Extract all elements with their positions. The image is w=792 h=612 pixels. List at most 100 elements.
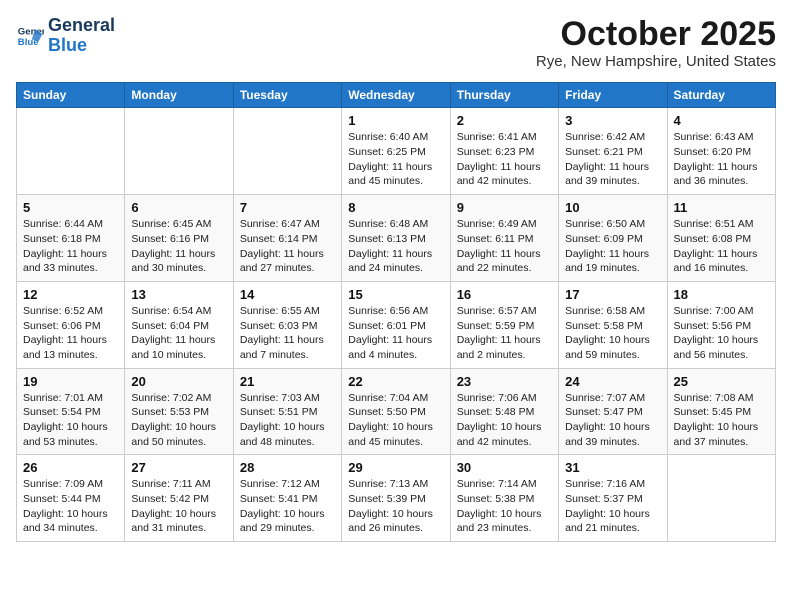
day-number: 15 — [348, 287, 443, 302]
logo: General Blue General Blue — [16, 16, 115, 56]
weekday-header-tuesday: Tuesday — [233, 83, 341, 108]
day-info: Sunrise: 7:14 AM Sunset: 5:38 PM Dayligh… — [457, 477, 552, 536]
calendar-day-cell — [17, 108, 125, 195]
calendar-day-cell: 6Sunrise: 6:45 AM Sunset: 6:16 PM Daylig… — [125, 195, 233, 282]
calendar-day-cell — [667, 455, 775, 542]
calendar-week-row: 26 Sunrise: 7:09 AM Sunset: 5:44 PM Dayli… — [17, 455, 776, 542]
calendar-table: SundayMondayTuesdayWednesdayThursdayFrid… — [16, 82, 776, 542]
day-info: Sunrise: 6:49 AM Sunset: 6:11 PM Dayligh… — [457, 217, 552, 276]
day-info: Sunrise: 7:12 AM Sunset: 5:41 PM Dayligh… — [240, 477, 335, 536]
day-info: Sunrise: 6:40 AM Sunset: 6:25 PM Dayligh… — [348, 130, 443, 189]
day-number: 25 — [674, 374, 769, 389]
calendar-day-cell: 27Sunrise: 7:11 AM Sunset: 5:42 PM Dayli… — [125, 455, 233, 542]
day-number: 16 — [457, 287, 552, 302]
logo-blue: Blue — [48, 36, 115, 56]
day-number: 9 — [457, 200, 552, 215]
calendar-header: SundayMondayTuesdayWednesdayThursdayFrid… — [17, 83, 776, 108]
calendar-day-cell: 7 Sunrise: 6:47 AM Sunset: 6:14 PM Daylig… — [233, 195, 341, 282]
day-number: 24 — [565, 374, 660, 389]
calendar-day-cell: 25 Sunrise: 7:08 AM Sunset: 5:45 PM Dayli… — [667, 368, 775, 455]
calendar-day-cell: 4Sunrise: 6:43 AM Sunset: 6:20 PM Daylig… — [667, 108, 775, 195]
day-number: 2 — [457, 113, 552, 128]
day-number: 23 — [457, 374, 552, 389]
calendar-week-row: 5 Sunrise: 6:44 AM Sunset: 6:18 PM Daylig… — [17, 195, 776, 282]
calendar-day-cell: 10 Sunrise: 6:50 AM Sunset: 6:09 PM Dayli… — [559, 195, 667, 282]
day-info: Sunrise: 6:41 AM Sunset: 6:23 PM Dayligh… — [457, 130, 552, 189]
day-number: 10 — [565, 200, 660, 215]
day-number: 14 — [240, 287, 335, 302]
calendar-day-cell: 29 Sunrise: 7:13 AM Sunset: 5:39 PM Dayli… — [342, 455, 450, 542]
calendar-day-cell: 2 Sunrise: 6:41 AM Sunset: 6:23 PM Daylig… — [450, 108, 558, 195]
page-header: General Blue General Blue October 2025 R… — [16, 16, 776, 70]
day-info: Sunrise: 7:03 AM Sunset: 5:51 PM Dayligh… — [240, 391, 335, 450]
day-number: 20 — [131, 374, 226, 389]
weekday-header-saturday: Saturday — [667, 83, 775, 108]
day-info: Sunrise: 7:04 AM Sunset: 5:50 PM Dayligh… — [348, 391, 443, 450]
calendar-day-cell: 19 Sunrise: 7:01 AM Sunset: 5:54 PM Dayli… — [17, 368, 125, 455]
day-info: Sunrise: 7:09 AM Sunset: 5:44 PM Dayligh… — [23, 477, 118, 536]
day-info: Sunrise: 6:52 AM Sunset: 6:06 PM Dayligh… — [23, 304, 118, 363]
calendar-day-cell: 30Sunrise: 7:14 AM Sunset: 5:38 PM Dayli… — [450, 455, 558, 542]
calendar-week-row: 1 Sunrise: 6:40 AM Sunset: 6:25 PM Daylig… — [17, 108, 776, 195]
calendar-day-cell: 22 Sunrise: 7:04 AM Sunset: 5:50 PM Dayli… — [342, 368, 450, 455]
day-info: Sunrise: 7:08 AM Sunset: 5:45 PM Dayligh… — [674, 391, 769, 450]
weekday-header-friday: Friday — [559, 83, 667, 108]
day-info: Sunrise: 6:58 AM Sunset: 5:58 PM Dayligh… — [565, 304, 660, 363]
calendar-day-cell: 15Sunrise: 6:56 AM Sunset: 6:01 PM Dayli… — [342, 281, 450, 368]
calendar-day-cell: 11Sunrise: 6:51 AM Sunset: 6:08 PM Dayli… — [667, 195, 775, 282]
day-info: Sunrise: 6:42 AM Sunset: 6:21 PM Dayligh… — [565, 130, 660, 189]
calendar-day-cell: 8Sunrise: 6:48 AM Sunset: 6:13 PM Daylig… — [342, 195, 450, 282]
day-number: 3 — [565, 113, 660, 128]
day-info: Sunrise: 6:45 AM Sunset: 6:16 PM Dayligh… — [131, 217, 226, 276]
day-number: 19 — [23, 374, 118, 389]
day-info: Sunrise: 7:00 AM Sunset: 5:56 PM Dayligh… — [674, 304, 769, 363]
day-info: Sunrise: 6:54 AM Sunset: 6:04 PM Dayligh… — [131, 304, 226, 363]
day-number: 22 — [348, 374, 443, 389]
day-number: 26 — [23, 460, 118, 475]
calendar-day-cell: 31Sunrise: 7:16 AM Sunset: 5:37 PM Dayli… — [559, 455, 667, 542]
calendar-day-cell: 21 Sunrise: 7:03 AM Sunset: 5:51 PM Dayli… — [233, 368, 341, 455]
day-info: Sunrise: 6:44 AM Sunset: 6:18 PM Dayligh… — [23, 217, 118, 276]
weekday-header-wednesday: Wednesday — [342, 83, 450, 108]
calendar-week-row: 12 Sunrise: 6:52 AM Sunset: 6:06 PM Dayli… — [17, 281, 776, 368]
day-info: Sunrise: 6:47 AM Sunset: 6:14 PM Dayligh… — [240, 217, 335, 276]
day-info: Sunrise: 6:48 AM Sunset: 6:13 PM Dayligh… — [348, 217, 443, 276]
weekday-header-monday: Monday — [125, 83, 233, 108]
day-number: 17 — [565, 287, 660, 302]
day-number: 21 — [240, 374, 335, 389]
day-number: 5 — [23, 200, 118, 215]
calendar-week-row: 19 Sunrise: 7:01 AM Sunset: 5:54 PM Dayli… — [17, 368, 776, 455]
day-number: 7 — [240, 200, 335, 215]
calendar-day-cell: 5 Sunrise: 6:44 AM Sunset: 6:18 PM Daylig… — [17, 195, 125, 282]
day-number: 11 — [674, 200, 769, 215]
calendar-day-cell: 9 Sunrise: 6:49 AM Sunset: 6:11 PM Daylig… — [450, 195, 558, 282]
calendar-day-cell: 23 Sunrise: 7:06 AM Sunset: 5:48 PM Dayli… — [450, 368, 558, 455]
calendar-day-cell: 28 Sunrise: 7:12 AM Sunset: 5:41 PM Dayli… — [233, 455, 341, 542]
calendar-day-cell: 20 Sunrise: 7:02 AM Sunset: 5:53 PM Dayli… — [125, 368, 233, 455]
logo-icon: General Blue — [16, 22, 44, 50]
calendar-day-cell: 1 Sunrise: 6:40 AM Sunset: 6:25 PM Daylig… — [342, 108, 450, 195]
day-info: Sunrise: 6:50 AM Sunset: 6:09 PM Dayligh… — [565, 217, 660, 276]
calendar-day-cell — [125, 108, 233, 195]
day-number: 27 — [131, 460, 226, 475]
day-number: 13 — [131, 287, 226, 302]
day-info: Sunrise: 6:57 AM Sunset: 5:59 PM Dayligh… — [457, 304, 552, 363]
day-number: 4 — [674, 113, 769, 128]
day-info: Sunrise: 7:06 AM Sunset: 5:48 PM Dayligh… — [457, 391, 552, 450]
calendar-day-cell — [233, 108, 341, 195]
calendar-day-cell: 17 Sunrise: 6:58 AM Sunset: 5:58 PM Dayli… — [559, 281, 667, 368]
day-number: 12 — [23, 287, 118, 302]
day-number: 1 — [348, 113, 443, 128]
day-info: Sunrise: 7:16 AM Sunset: 5:37 PM Dayligh… — [565, 477, 660, 536]
day-number: 28 — [240, 460, 335, 475]
weekday-header-row: SundayMondayTuesdayWednesdayThursdayFrid… — [17, 83, 776, 108]
day-info: Sunrise: 7:02 AM Sunset: 5:53 PM Dayligh… — [131, 391, 226, 450]
calendar-day-cell: 14Sunrise: 6:55 AM Sunset: 6:03 PM Dayli… — [233, 281, 341, 368]
day-number: 29 — [348, 460, 443, 475]
calendar-day-cell: 26 Sunrise: 7:09 AM Sunset: 5:44 PM Dayli… — [17, 455, 125, 542]
calendar-body: 1 Sunrise: 6:40 AM Sunset: 6:25 PM Daylig… — [17, 108, 776, 542]
calendar-day-cell: 3 Sunrise: 6:42 AM Sunset: 6:21 PM Daylig… — [559, 108, 667, 195]
day-info: Sunrise: 7:01 AM Sunset: 5:54 PM Dayligh… — [23, 391, 118, 450]
location-subtitle: Rye, New Hampshire, United States — [536, 53, 776, 70]
day-info: Sunrise: 7:13 AM Sunset: 5:39 PM Dayligh… — [348, 477, 443, 536]
